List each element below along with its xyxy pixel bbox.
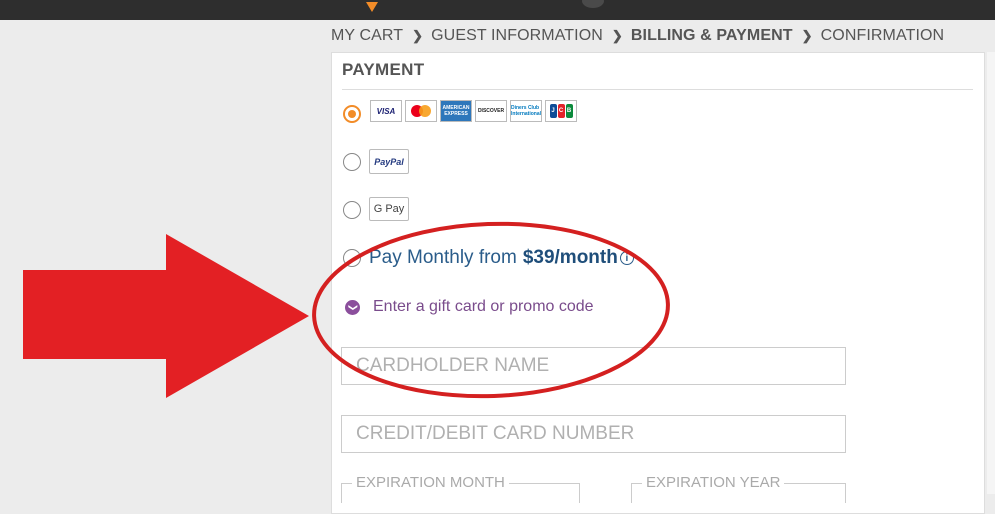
scrollbar[interactable] bbox=[987, 52, 995, 494]
chevron-right-icon: ❯ bbox=[801, 28, 813, 43]
pay-monthly-text: Pay Monthly from bbox=[369, 247, 517, 268]
breadcrumb-step-billing: BILLING & PAYMENT bbox=[630, 27, 793, 44]
mastercard-logo bbox=[405, 100, 437, 122]
breadcrumb: MY CART ❯ GUEST INFORMATION ❯ BILLING & … bbox=[331, 26, 944, 46]
chevron-right-icon: ❯ bbox=[611, 28, 623, 43]
card-number-input[interactable] bbox=[342, 416, 845, 452]
chevron-down-icon: ❯ bbox=[345, 299, 360, 315]
expiration-year-select[interactable]: EXPIRATION YEAR bbox=[631, 474, 846, 503]
pay-monthly-price: $39/month bbox=[522, 247, 618, 268]
payment-title: PAYMENT bbox=[342, 60, 425, 79]
promo-code-label: Enter a gift card or promo code bbox=[373, 298, 594, 315]
radio-pay-monthly[interactable] bbox=[343, 249, 361, 267]
paypal-logo: PayPal bbox=[369, 149, 409, 174]
breadcrumb-step-guest[interactable]: GUEST INFORMATION bbox=[431, 27, 603, 45]
card-logos: VISA AMERICAN EXPRESS DISCOVER Diners Cl… bbox=[370, 100, 577, 122]
visa-logo: VISA bbox=[370, 100, 402, 122]
breadcrumb-step-confirmation: CONFIRMATION bbox=[820, 27, 945, 44]
google-pay-logo: G Pay bbox=[369, 197, 409, 221]
expiration-year-label: EXPIRATION YEAR bbox=[642, 474, 785, 491]
jcb-logo: J C B bbox=[545, 100, 577, 122]
radio-credit-card[interactable] bbox=[343, 105, 361, 123]
card-number-field bbox=[341, 415, 846, 453]
radio-paypal[interactable] bbox=[343, 153, 361, 171]
expiration-month-select[interactable]: EXPIRATION MONTH bbox=[341, 474, 580, 503]
info-icon[interactable]: i bbox=[619, 251, 634, 265]
breadcrumb-step-cart[interactable]: MY CART bbox=[331, 27, 403, 45]
promo-code-toggle[interactable]: ❯ Enter a gift card or promo code bbox=[345, 298, 594, 316]
diners-club-logo: Diners Club International bbox=[510, 100, 542, 122]
discover-logo: DISCOVER bbox=[475, 100, 507, 122]
divider bbox=[342, 89, 973, 90]
expiration-month-label: EXPIRATION MONTH bbox=[352, 474, 509, 491]
cardholder-name-field bbox=[341, 347, 846, 385]
cardholder-name-input[interactable] bbox=[342, 348, 845, 384]
nav-avatar-icon bbox=[582, 0, 604, 8]
radio-google-pay[interactable] bbox=[343, 201, 361, 219]
top-nav-bar bbox=[0, 0, 995, 20]
arrow-icon bbox=[23, 234, 309, 398]
chevron-right-icon: ❯ bbox=[412, 28, 424, 43]
pay-monthly-label[interactable]: Pay Monthly from $39/month i bbox=[369, 247, 634, 269]
progress-marker-icon bbox=[366, 2, 378, 12]
amex-logo: AMERICAN EXPRESS bbox=[440, 100, 472, 122]
